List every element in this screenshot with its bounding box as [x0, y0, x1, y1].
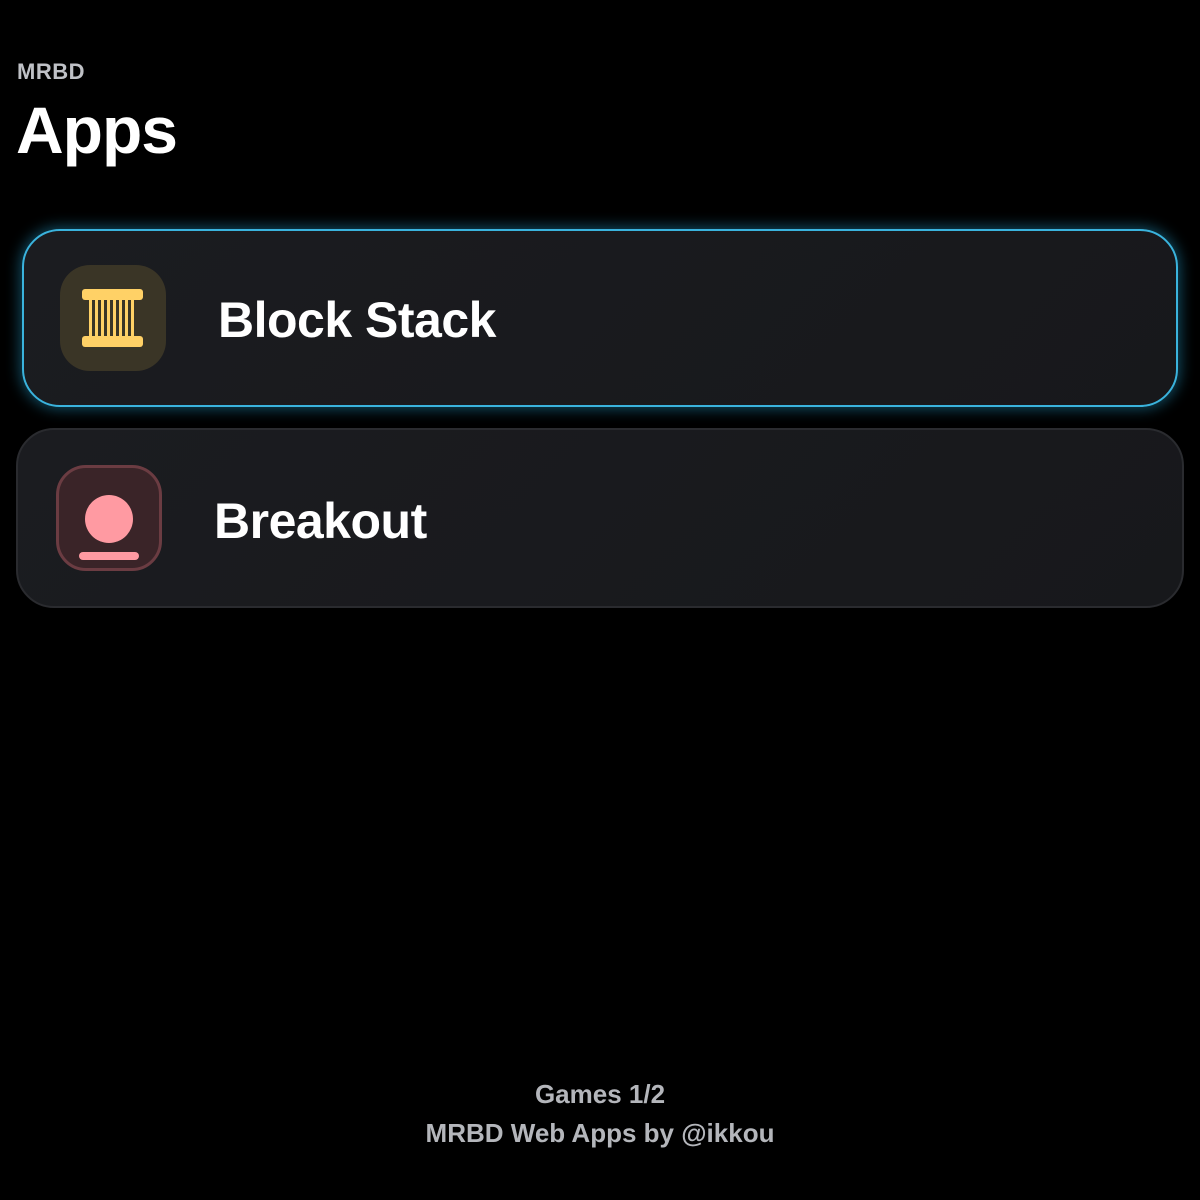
page-indicator: Games 1/2 [534, 1079, 666, 1109]
app-card-block-stack[interactable]: Block Stack [22, 229, 1178, 407]
breakout-icon [56, 465, 162, 571]
footer-credit: MRBD Web Apps by @ikkou [425, 1118, 775, 1148]
app-launcher: MRBD Apps Block Stack Breakout Games 1/2… [0, 0, 1200, 1200]
block-stack-icon [60, 265, 166, 371]
app-label: Breakout [214, 493, 427, 549]
brand-label: MRBD [17, 59, 85, 84]
page-title: Apps [16, 93, 178, 167]
app-card-breakout[interactable]: Breakout [16, 428, 1184, 608]
app-label: Block Stack [218, 292, 496, 348]
